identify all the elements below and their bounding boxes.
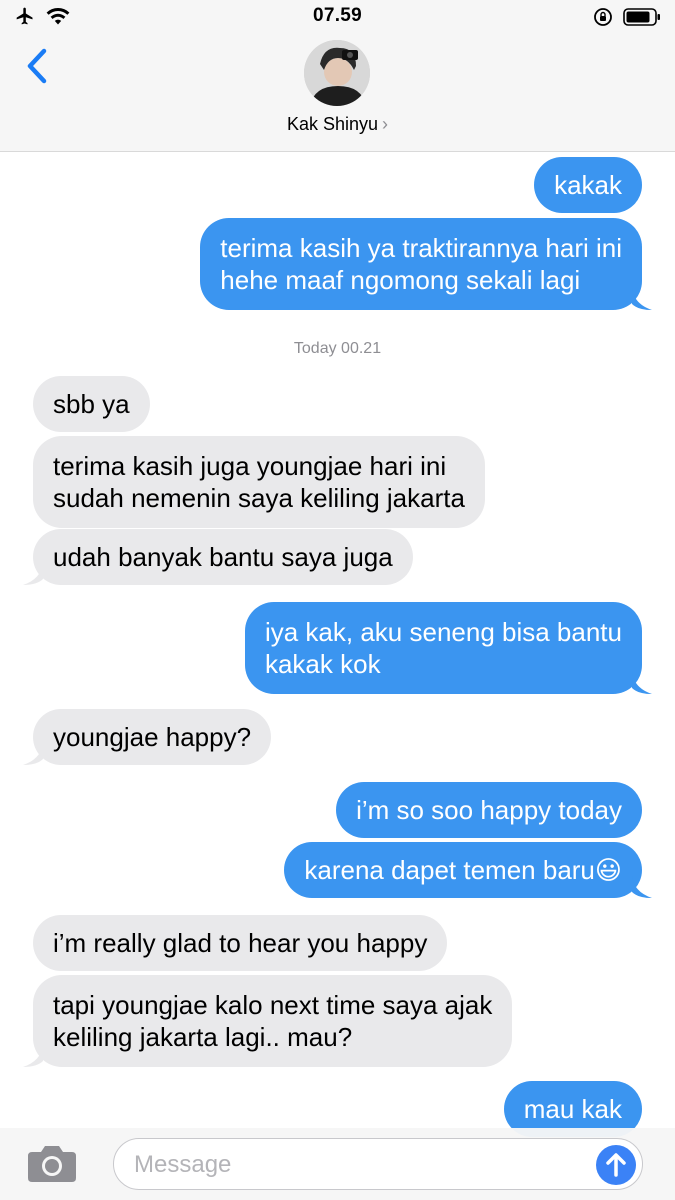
status-time: 07.59: [312, 5, 363, 26]
arrow-up-icon: [606, 1153, 626, 1177]
message-text-line: sudah nemenin saya keliling jakarta: [53, 483, 465, 513]
message-input-bar: [0, 1128, 675, 1200]
message-bubble-incoming[interactable]: sbb ya: [33, 376, 150, 432]
avatar-photo: [304, 40, 370, 106]
message-bubble-incoming[interactable]: youngjae happy?: [23, 709, 272, 765]
message-bubble-incoming[interactable]: terima kasih juga youngjae hari ini suda…: [33, 436, 485, 528]
message-bubble-outgoing[interactable]: terima kasih ya traktirannya hari ini he…: [200, 218, 652, 310]
message-bubble-incoming[interactable]: i’m really glad to hear you happy: [33, 915, 448, 971]
camera-button[interactable]: [26, 1144, 78, 1184]
avatar[interactable]: [304, 40, 370, 106]
message-field[interactable]: [113, 1138, 643, 1190]
contact-name: Kak Shinyu: [286, 114, 379, 134]
message-text-line: tapi youngjae kalo next time saya ajak: [53, 990, 493, 1020]
message-text-line: hehe maaf ngomong sekali lagi: [220, 265, 581, 295]
send-button[interactable]: [596, 1145, 636, 1185]
message-text: karena dapet temen baru😃: [304, 855, 622, 885]
bubble-tail: [632, 876, 652, 898]
message-bubble-incoming[interactable]: tapi youngjae kalo next time saya ajak k…: [23, 975, 513, 1067]
message-input[interactable]: [134, 1147, 584, 1183]
chevron-left-icon: [27, 48, 47, 84]
message-text: udah banyak bantu saya juga: [53, 542, 393, 572]
chevron-right-icon: ›: [382, 114, 389, 134]
status-right-icons: [593, 7, 661, 27]
message-text-line: terima kasih juga youngjae hari ini: [53, 451, 447, 481]
camera-icon: [28, 1146, 76, 1182]
message-bubble-incoming[interactable]: udah banyak bantu saya juga: [23, 529, 413, 585]
message-text-line: keliling jakarta lagi.. mau?: [53, 1022, 353, 1052]
message-text: mau kak: [523, 1094, 622, 1124]
bubble-tail: [632, 288, 652, 310]
message-bubble-outgoing[interactable]: kakak: [534, 157, 642, 213]
message-text-line: iya kak, aku seneng bisa bantu: [264, 617, 622, 647]
message-text: i’m so soo happy today: [356, 795, 622, 825]
battery-icon: [623, 8, 660, 26]
status-bar: 07.59: [0, 0, 675, 34]
bubble-tail: [632, 672, 652, 694]
bubble-tail: [23, 743, 43, 765]
message-text-line: terima kasih ya traktirannya hari ini: [220, 233, 622, 263]
conversation-header: Kak Shinyu ›: [0, 34, 675, 152]
message-text: kakak: [554, 170, 622, 200]
message-text: i’m really glad to hear you happy: [53, 928, 428, 958]
orientation-lock-icon: [594, 8, 612, 26]
bubble-tail: [23, 563, 43, 585]
message-text: youngjae happy?: [53, 722, 252, 752]
bubble-tail: [23, 1045, 43, 1067]
message-bubble-outgoing[interactable]: iya kak, aku seneng bisa bantu kakak kok: [244, 602, 652, 694]
message-bubble-outgoing[interactable]: i’m so soo happy today: [336, 782, 642, 838]
message-text-line: kakak kok: [264, 649, 381, 679]
timestamp: Today 00.21: [293, 340, 382, 357]
contact-name-button[interactable]: Kak Shinyu ›: [0, 114, 675, 135]
message-text: sbb ya: [53, 389, 130, 419]
message-bubble-outgoing[interactable]: karena dapet temen baru😃: [284, 842, 652, 898]
back-button[interactable]: [22, 46, 58, 86]
